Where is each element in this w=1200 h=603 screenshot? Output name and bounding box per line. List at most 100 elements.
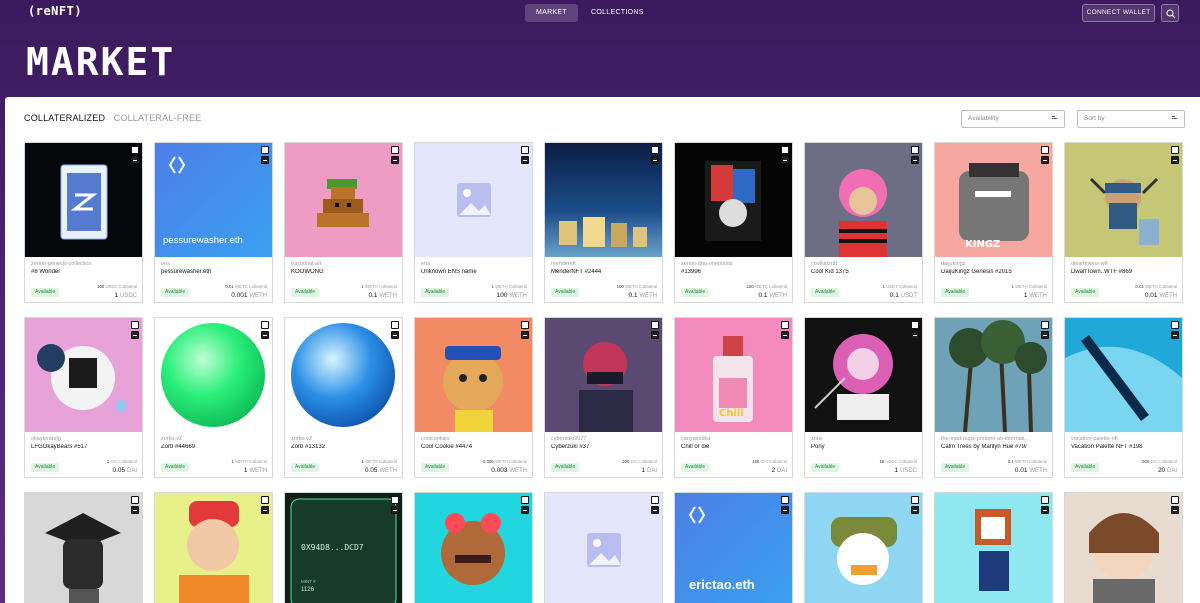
nft-card[interactable] [804, 492, 923, 603]
select-checkbox[interactable] [1041, 496, 1049, 504]
nft-image [25, 493, 142, 603]
collapse-icon[interactable] [521, 156, 529, 164]
collapse-icon[interactable] [781, 331, 789, 339]
nft-card[interactable] [24, 492, 143, 603]
collapse-icon[interactable] [261, 331, 269, 339]
select-checkbox[interactable] [391, 496, 399, 504]
nft-card[interactable]: dwarftowns-wtf DwarfTown..WTF #869 Avail… [1064, 142, 1183, 303]
collapse-icon[interactable] [521, 331, 529, 339]
nft-card[interactable]: erictao.eth [674, 492, 793, 603]
nft-card[interactable] [154, 492, 273, 603]
select-checkbox[interactable] [261, 496, 269, 504]
collapse-icon[interactable] [911, 156, 919, 164]
collapse-icon[interactable] [1041, 331, 1049, 339]
collapse-icon[interactable] [911, 331, 919, 339]
select-checkbox[interactable] [1171, 146, 1179, 154]
nft-card[interactable]: okaybearsfg LFGOkayBears #517 Available … [24, 317, 143, 478]
select-checkbox[interactable] [391, 146, 399, 154]
collapse-icon[interactable] [1171, 331, 1179, 339]
collapse-icon[interactable] [521, 506, 529, 514]
select-checkbox[interactable] [781, 496, 789, 504]
daily-price: 100 WETH [497, 292, 527, 299]
collapse-icon[interactable] [131, 506, 139, 514]
select-checkbox[interactable] [131, 321, 139, 329]
nft-card[interactable]: zerion-genesis-collection #8 Wonder Avai… [24, 142, 143, 303]
nft-card[interactable]: coolcookies Cool Cookie #4474 Available … [414, 317, 533, 478]
nft-card[interactable]: 0X94D8...DCD7 MINT # 1126 [284, 492, 403, 603]
select-checkbox[interactable] [781, 321, 789, 329]
collapse-icon[interactable] [781, 506, 789, 514]
select-checkbox[interactable] [261, 321, 269, 329]
nft-card[interactable]: mendernft MenderNFT #2444 Available 100 … [544, 142, 663, 303]
select-checkbox[interactable] [1171, 496, 1179, 504]
nft-card[interactable] [934, 492, 1053, 603]
renft-logo[interactable]: (reNFT) [28, 4, 82, 18]
collapse-icon[interactable] [131, 331, 139, 339]
nft-card[interactable]: zorbs-v2 Zorb #44669 Available 1 WETH Co… [154, 317, 273, 478]
nft-card[interactable] [414, 492, 533, 603]
nft-card[interactable]: coolkidznft Cool Kid 1375 Available 1 US… [804, 142, 923, 303]
tab-market[interactable]: MARKET [525, 4, 578, 22]
collapse-icon[interactable] [651, 331, 659, 339]
nft-card[interactable]: the-mad-pups-present-an-internati... Cal… [934, 317, 1053, 478]
select-checkbox[interactable] [911, 146, 919, 154]
collapse-icon[interactable] [261, 156, 269, 164]
collapse-icon[interactable] [651, 506, 659, 514]
tab-collections[interactable]: COLLECTIONS [580, 4, 655, 22]
nft-card[interactable]: pessurewasher.eth ens pessurewasher.eth … [154, 142, 273, 303]
nft-card[interactable]: ens Unknown ENS name Available 1 WETH Co… [414, 142, 533, 303]
collateral-token: WETH [754, 284, 768, 289]
collapse-icon[interactable] [651, 156, 659, 164]
collapse-icon[interactable] [391, 506, 399, 514]
search-button[interactable] [1161, 4, 1179, 22]
connect-wallet-button[interactable]: CONNECT WALLET [1082, 4, 1155, 22]
select-checkbox[interactable] [651, 321, 659, 329]
select-checkbox[interactable] [911, 496, 919, 504]
price-token: WETH [769, 293, 787, 299]
collapse-icon[interactable] [1041, 156, 1049, 164]
nft-card[interactable]: Chill canyavodka Chill or die Available … [674, 317, 793, 478]
nft-card[interactable]: zora Pony Available 15 USDC Collateral 1… [804, 317, 923, 478]
select-checkbox[interactable] [261, 146, 269, 154]
card-controls [261, 146, 269, 166]
collateral-value: 1 [231, 459, 234, 464]
collapse-icon[interactable] [261, 506, 269, 514]
select-checkbox[interactable] [1171, 321, 1179, 329]
select-checkbox[interactable] [651, 146, 659, 154]
nft-card[interactable]: fractional-art KOOWONG Available 1 WETH … [284, 142, 403, 303]
select-checkbox[interactable] [131, 146, 139, 154]
nft-card[interactable]: zerion-dna-onepoints #13996 Available 10… [674, 142, 793, 303]
nft-card[interactable]: KINGZ daijukingz DaijuKingz Genesis #201… [934, 142, 1053, 303]
nft-card[interactable] [544, 492, 663, 603]
select-checkbox[interactable] [911, 321, 919, 329]
select-checkbox[interactable] [1041, 321, 1049, 329]
collapse-icon[interactable] [391, 156, 399, 164]
status-badge: Available [551, 288, 580, 297]
select-checkbox[interactable] [521, 496, 529, 504]
select-checkbox[interactable] [521, 146, 529, 154]
select-checkbox[interactable] [521, 321, 529, 329]
select-checkbox[interactable] [781, 146, 789, 154]
collateral-amount: 1 WETH Collateral [361, 459, 397, 464]
availability-select[interactable]: Availability [961, 110, 1065, 128]
nft-card[interactable]: zorbs-v2 Zorb #13132 Available 1 WETH Co… [284, 317, 403, 478]
tab-collateral-free[interactable]: COLLATERAL-FREE [114, 113, 202, 123]
select-checkbox[interactable] [1041, 146, 1049, 154]
sort-by-select[interactable]: Sort by [1077, 110, 1185, 128]
collapse-icon[interactable] [391, 331, 399, 339]
collapse-icon[interactable] [911, 506, 919, 514]
collapse-icon[interactable] [1171, 506, 1179, 514]
nft-card[interactable] [1064, 492, 1183, 603]
collapse-icon[interactable] [1171, 156, 1179, 164]
nft-card[interactable]: vacation-palette-nft Vacation Palette NF… [1064, 317, 1183, 478]
collapse-icon[interactable] [781, 156, 789, 164]
nft-name: DaijuKingz Genesis #2015 [941, 269, 1012, 275]
collapse-icon[interactable] [131, 156, 139, 164]
collapse-icon[interactable] [1041, 506, 1049, 514]
select-checkbox[interactable] [391, 321, 399, 329]
collateral-amount: 0.1 WETH Collateral [1007, 459, 1047, 464]
select-checkbox[interactable] [131, 496, 139, 504]
nft-card[interactable]: cyberzuki2077 Cyberzuki #37 Available 10… [544, 317, 663, 478]
tab-collateralized[interactable]: COLLATERALIZED [24, 113, 105, 123]
select-checkbox[interactable] [651, 496, 659, 504]
